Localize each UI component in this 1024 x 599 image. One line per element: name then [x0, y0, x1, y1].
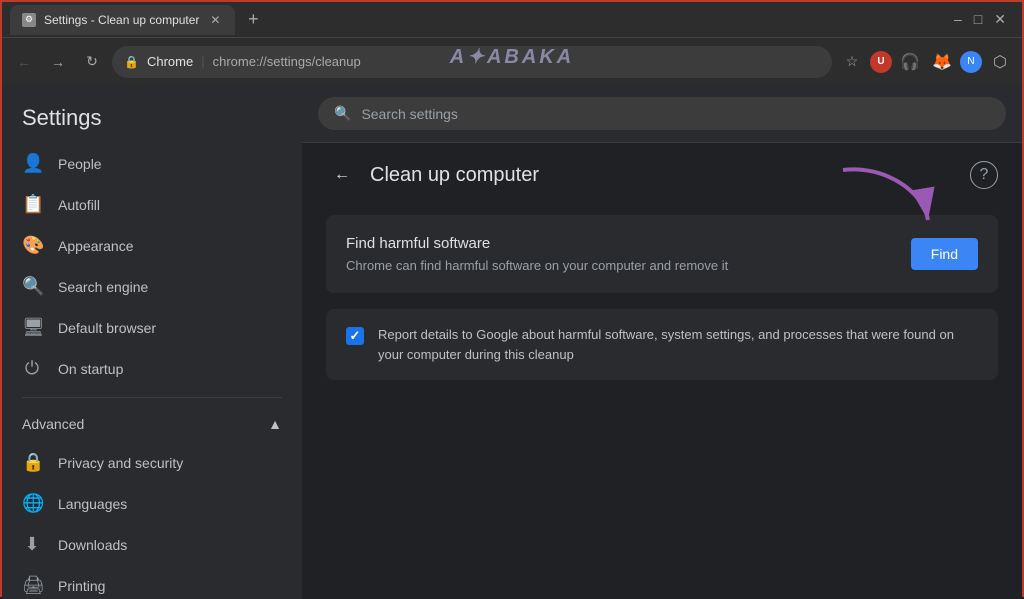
sidebar-item-languages[interactable]: 🌐 Languages: [2, 483, 302, 524]
advanced-section[interactable]: Advanced ▲: [2, 406, 302, 442]
sidebar-item-downloads-label: Downloads: [58, 537, 127, 553]
report-section: ✓ Report details to Google about harmful…: [326, 309, 998, 380]
nav-icons: ☆ U 🎧 🦊 N ⬡: [838, 48, 1014, 76]
titlebar: ⚙ Settings - Clean up computer ✕ + – □ ✕: [2, 2, 1022, 37]
tab-close-button[interactable]: ✕: [207, 12, 223, 28]
find-section: Find harmful software Chrome can find ha…: [326, 215, 998, 293]
back-nav-button[interactable]: ←: [10, 48, 38, 76]
sidebar-item-privacy[interactable]: 🔒 Privacy and security: [2, 442, 302, 483]
address-separator: |: [201, 54, 204, 69]
sidebar-item-search-engine-label: Search engine: [58, 279, 148, 295]
sidebar-item-printing-label: Printing: [58, 578, 105, 594]
downloads-icon: ⬇: [22, 534, 42, 555]
find-row: Find harmful software Chrome can find ha…: [346, 235, 978, 273]
ext-icon-2[interactable]: 🎧: [896, 48, 924, 76]
appearance-icon: 🎨: [22, 235, 42, 256]
find-harmful-desc: Chrome can find harmful software on your…: [346, 258, 891, 273]
search-input-wrap[interactable]: 🔍: [318, 97, 1006, 130]
sidebar-item-default-browser-label: Default browser: [58, 320, 156, 336]
report-text: Report details to Google about harmful s…: [378, 325, 978, 364]
search-bar: 🔍: [302, 85, 1022, 143]
minimize-button[interactable]: –: [954, 11, 962, 28]
navbar: ← → ↻ 🔒 Chrome | chrome://settings/clean…: [2, 37, 1022, 85]
languages-icon: 🌐: [22, 493, 42, 514]
search-input[interactable]: [361, 106, 990, 122]
autofill-icon: 📋: [22, 194, 42, 215]
find-button[interactable]: Find: [911, 238, 978, 270]
sidebar-item-autofill[interactable]: 📋 Autofill: [2, 184, 302, 225]
sidebar-item-autofill-label: Autofill: [58, 197, 100, 213]
search-icon: 🔍: [334, 105, 351, 122]
page-header: ← Clean up computer ?: [326, 159, 998, 191]
page-header-left: ← Clean up computer: [326, 159, 539, 191]
sidebar-item-appearance-label: Appearance: [58, 238, 134, 254]
sidebar-item-default-browser[interactable]: 🖥 Default browser: [2, 307, 302, 348]
sidebar-item-languages-label: Languages: [58, 496, 127, 512]
lock-icon: 🔒: [124, 55, 139, 69]
sidebar-item-on-startup-label: On startup: [58, 361, 123, 377]
back-button[interactable]: ←: [326, 159, 358, 191]
find-text-area: Find harmful software Chrome can find ha…: [346, 235, 891, 273]
advanced-label: Advanced: [22, 416, 84, 432]
people-icon: 👤: [22, 153, 42, 174]
sidebar-item-privacy-label: Privacy and security: [58, 455, 183, 471]
help-icon[interactable]: ?: [970, 161, 998, 189]
page-title: Clean up computer: [370, 164, 539, 187]
find-harmful-title: Find harmful software: [346, 235, 891, 252]
window-controls: – □ ✕: [954, 11, 1014, 28]
forward-nav-button[interactable]: →: [44, 48, 72, 76]
address-path: chrome://settings/cleanup: [213, 54, 361, 69]
close-window-button[interactable]: ✕: [994, 11, 1006, 28]
active-tab[interactable]: ⚙ Settings - Clean up computer ✕: [10, 5, 235, 35]
checkmark-icon: ✓: [350, 328, 361, 344]
ext-icon-5[interactable]: ⬡: [986, 48, 1014, 76]
ext-icon-4[interactable]: N: [960, 51, 982, 73]
tab-favicon: ⚙: [22, 13, 36, 27]
maximize-button[interactable]: □: [974, 11, 982, 28]
tab-title: Settings - Clean up computer: [44, 13, 199, 27]
sidebar-item-appearance[interactable]: 🎨 Appearance: [2, 225, 302, 266]
sidebar-item-people[interactable]: 👤 People: [2, 143, 302, 184]
default-browser-icon: 🖥: [22, 317, 42, 338]
address-bar[interactable]: 🔒 Chrome | chrome://settings/cleanup: [112, 46, 832, 78]
report-checkbox[interactable]: ✓: [346, 327, 364, 345]
ext-icon-3[interactable]: 🦊: [928, 48, 956, 76]
site-name: Chrome: [147, 54, 193, 69]
privacy-icon: 🔒: [22, 452, 42, 473]
search-engine-icon: 🔍: [22, 276, 42, 297]
on-startup-icon: ⏻: [22, 358, 42, 379]
content-area: 🔍 ← Clean up computer ?: [302, 85, 1022, 599]
sidebar-divider: [22, 397, 282, 398]
new-tab-button[interactable]: +: [239, 6, 267, 34]
sidebar-item-search-engine[interactable]: 🔍 Search engine: [2, 266, 302, 307]
sidebar-item-downloads[interactable]: ⬇ Downloads: [2, 524, 302, 565]
printing-icon: 🖨: [22, 575, 42, 596]
sidebar-item-on-startup[interactable]: ⏻ On startup: [2, 348, 302, 389]
reload-button[interactable]: ↻: [78, 48, 106, 76]
sidebar-item-people-label: People: [58, 156, 102, 172]
settings-title: Settings: [2, 85, 302, 143]
ext-icon-1[interactable]: U: [870, 51, 892, 73]
bookmark-button[interactable]: ☆: [838, 48, 866, 76]
sidebar-item-printing[interactable]: 🖨 Printing: [2, 565, 302, 599]
main-layout: Settings 👤 People 📋 Autofill 🎨 Appearanc…: [2, 85, 1022, 599]
advanced-chevron-icon: ▲: [268, 416, 282, 432]
page-content: ← Clean up computer ?: [302, 143, 1022, 396]
sidebar: Settings 👤 People 📋 Autofill 🎨 Appearanc…: [2, 85, 302, 599]
